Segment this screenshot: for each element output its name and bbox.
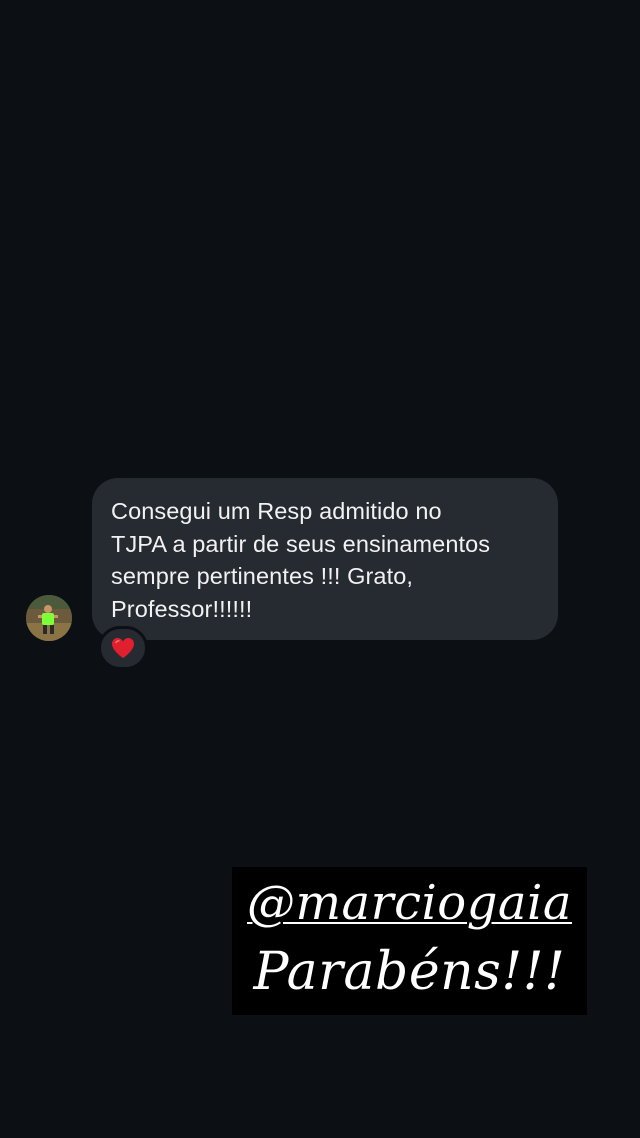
avatar-photo-icon [26, 595, 72, 641]
message-line: Consegui um Resp admitido no [111, 498, 442, 524]
message-reaction[interactable] [98, 626, 148, 670]
caption-text: Parabéns!!! [253, 942, 566, 1002]
mention-link[interactable]: @marciogaia [232, 873, 587, 933]
message-line: sempre pertinentes !!! Grato, [111, 563, 414, 589]
red-heart-icon [112, 638, 134, 658]
story-screen: Consegui um Resp admitido no TJPA a part… [0, 0, 640, 1138]
sender-avatar[interactable] [26, 595, 72, 641]
message-text: Consegui um Resp admitido no TJPA a part… [111, 495, 538, 625]
story-caption: @marciogaia Parabéns!!! [232, 867, 587, 1015]
message-line: Professor!!!!!! [111, 595, 253, 622]
message-line: TJPA a partir de seus ensinamentos [111, 530, 491, 557]
message-bubble[interactable]: Consegui um Resp admitido no TJPA a part… [92, 478, 558, 640]
